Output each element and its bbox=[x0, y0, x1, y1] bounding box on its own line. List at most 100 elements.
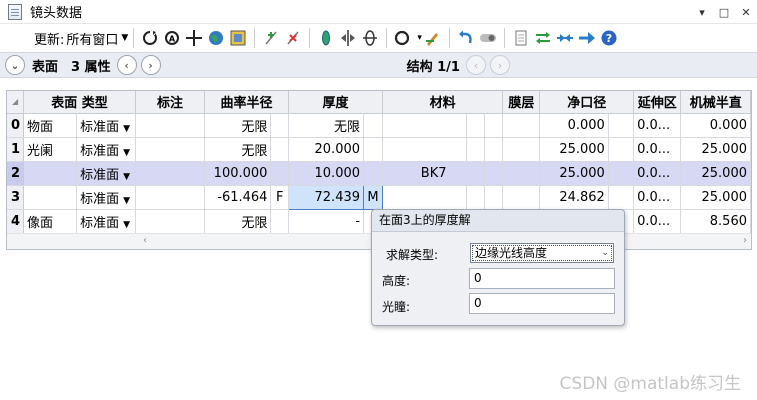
table-row[interactable]: 0 物面 标准面 ▼ 无限 无限 0.000 0.0... 0.000 bbox=[7, 113, 751, 138]
material-cell[interactable] bbox=[382, 185, 468, 210]
clear-solve-cell[interactable] bbox=[608, 113, 635, 138]
image-analysis-icon[interactable] bbox=[229, 29, 247, 47]
surface-name-cell[interactable] bbox=[23, 185, 78, 210]
clear-solve-cell[interactable] bbox=[608, 137, 635, 162]
material-extra-cell[interactable] bbox=[484, 161, 504, 186]
dropdown-caret-icon[interactable]: ▼ bbox=[123, 172, 130, 182]
thickness-cell[interactable]: - bbox=[288, 209, 365, 234]
dropdown-caret-icon[interactable]: ▼ bbox=[123, 124, 130, 134]
column-header-clear-semi-dia[interactable]: 净口径 bbox=[539, 91, 635, 114]
collapse-arrows-icon[interactable] bbox=[556, 29, 574, 47]
swap-arrows-icon[interactable] bbox=[534, 29, 552, 47]
column-header-comment[interactable]: 标注 bbox=[135, 91, 205, 114]
radius-cell[interactable]: 无限 bbox=[204, 113, 272, 138]
material-cell[interactable] bbox=[382, 137, 468, 162]
mech-semi-dia-cell[interactable]: 25.000 bbox=[680, 185, 751, 210]
notes-page-icon[interactable] bbox=[512, 29, 530, 47]
update-dropdown-caret-icon[interactable]: ▼ bbox=[121, 33, 128, 43]
thickness-solve-cell[interactable]: M bbox=[363, 184, 383, 210]
window-menu-button[interactable]: ▾ bbox=[691, 6, 713, 19]
pupil-input[interactable]: 0 bbox=[469, 293, 615, 314]
thickness-cell-editing[interactable]: 72.439 bbox=[288, 184, 365, 210]
edit-brush-icon[interactable] bbox=[424, 29, 442, 47]
material-cell[interactable]: BK7 bbox=[382, 161, 486, 186]
surface-name-cell[interactable] bbox=[23, 161, 78, 186]
surface-type-cell[interactable]: 标准面 ▼ bbox=[76, 209, 136, 234]
column-header-thickness[interactable]: 厚度 bbox=[288, 91, 383, 114]
prev-structure-button[interactable]: ‹ bbox=[465, 55, 486, 75]
clear-semi-dia-cell[interactable]: 0.000 bbox=[539, 113, 609, 138]
close-button[interactable]: ✕ bbox=[735, 6, 757, 19]
thickness-solve-cell[interactable] bbox=[363, 137, 383, 162]
column-header-coating[interactable]: 膜层 bbox=[502, 91, 541, 114]
collapse-chevron-icon[interactable]: ⌄ bbox=[5, 55, 25, 75]
help-icon[interactable]: ? bbox=[600, 29, 618, 47]
table-row[interactable]: 1 光阑 标准面 ▼ 无限 20.000 25.000 0.0... 25.000 bbox=[7, 137, 751, 162]
thickness-solve-cell[interactable] bbox=[363, 113, 383, 138]
thickness-cell[interactable]: 无限 bbox=[288, 113, 365, 138]
mech-semi-dia-cell[interactable]: 25.000 bbox=[680, 161, 751, 186]
mech-semi-dia-cell[interactable]: 0.000 bbox=[680, 113, 751, 138]
globe-icon[interactable] bbox=[207, 29, 225, 47]
row-index[interactable]: 1 bbox=[7, 137, 25, 162]
row-index[interactable]: 2 bbox=[7, 161, 25, 186]
circle-options-caret-icon[interactable]: ▾ bbox=[417, 33, 422, 43]
lens-tool-icon[interactable] bbox=[317, 29, 335, 47]
next-structure-button[interactable]: › bbox=[489, 55, 510, 75]
chip-zone-cell[interactable]: 0.0... bbox=[633, 137, 682, 162]
radius-cell[interactable]: 100.000 bbox=[204, 161, 272, 186]
row-index[interactable]: 3 bbox=[7, 185, 25, 210]
mech-semi-dia-cell[interactable]: 8.560 bbox=[680, 209, 751, 234]
chip-zone-cell[interactable]: 0.0... bbox=[633, 185, 682, 210]
surface-type-cell[interactable]: 标准面 ▼ bbox=[76, 137, 136, 162]
lens-flip-icon[interactable] bbox=[361, 29, 379, 47]
column-header-radius[interactable]: 曲率半径 bbox=[204, 91, 290, 114]
coating-cell[interactable] bbox=[502, 113, 541, 138]
clear-solve-cell[interactable] bbox=[608, 185, 635, 210]
comment-cell[interactable] bbox=[135, 137, 205, 162]
radius-cell[interactable]: 无限 bbox=[204, 137, 272, 162]
forward-arrow-icon[interactable] bbox=[578, 29, 596, 47]
clear-semi-dia-cell[interactable]: 25.000 bbox=[539, 137, 609, 162]
radius-cell[interactable]: -61.464 bbox=[204, 185, 272, 210]
toggle-switch-icon[interactable] bbox=[479, 29, 497, 47]
radius-solve-cell[interactable] bbox=[270, 209, 290, 234]
table-row[interactable]: 3 标准面 ▼ -61.464 F 72.439 M 24.862 0.0... … bbox=[7, 184, 751, 210]
undo-arrow-icon[interactable] bbox=[457, 29, 475, 47]
row-index[interactable]: 0 bbox=[7, 113, 25, 138]
thickness-solve-cell[interactable] bbox=[363, 161, 383, 186]
radius-solve-cell[interactable] bbox=[270, 113, 290, 138]
radius-solve-cell[interactable] bbox=[270, 161, 290, 186]
thickness-cell[interactable]: 20.000 bbox=[288, 137, 365, 162]
maximize-button[interactable]: □ bbox=[713, 6, 735, 19]
row-index[interactable]: 4 bbox=[7, 209, 25, 234]
radius-solve-cell[interactable]: F bbox=[270, 185, 290, 210]
comment-cell[interactable] bbox=[135, 113, 205, 138]
chip-zone-cell[interactable]: 0.0... bbox=[633, 113, 682, 138]
mech-semi-dia-cell[interactable]: 25.000 bbox=[680, 137, 751, 162]
surface-name-cell[interactable]: 光阑 bbox=[23, 137, 78, 162]
material-solve-cell[interactable] bbox=[466, 185, 486, 210]
scroll-left-arrow-icon[interactable]: ‹ bbox=[143, 235, 147, 246]
insert-surface-icon[interactable] bbox=[262, 29, 280, 47]
surface-type-cell[interactable]: 标准面 ▼ bbox=[76, 113, 136, 138]
material-solve-cell[interactable] bbox=[466, 113, 486, 138]
material-cell[interactable] bbox=[382, 113, 468, 138]
reverse-elements-icon[interactable] bbox=[339, 29, 357, 47]
delete-surface-icon[interactable] bbox=[284, 29, 302, 47]
thickness-cell[interactable]: 10.000 bbox=[288, 161, 365, 186]
next-surface-button[interactable]: › bbox=[140, 55, 161, 75]
coating-cell[interactable] bbox=[502, 137, 541, 162]
column-header-mech-semi-dia[interactable]: 机械半直 bbox=[680, 91, 751, 114]
surface-type-cell[interactable]: 标准面 ▼ bbox=[76, 185, 136, 210]
radius-solve-cell[interactable] bbox=[270, 137, 290, 162]
table-row-selected[interactable]: 2 标准面 ▼ 100.000 10.000 BK7 25.000 0.0... … bbox=[7, 161, 751, 186]
corner-cell[interactable]: ◢ bbox=[7, 91, 25, 114]
dropdown-caret-icon[interactable]: ▼ bbox=[123, 220, 130, 230]
height-input[interactable]: 0 bbox=[469, 268, 615, 289]
scroll-right-arrow-icon[interactable]: › bbox=[743, 235, 747, 246]
coating-cell[interactable] bbox=[502, 185, 541, 210]
material-extra-cell[interactable] bbox=[484, 113, 504, 138]
clear-semi-dia-cell[interactable]: 25.000 bbox=[539, 161, 609, 186]
surface-properties-label[interactable]: 3 属性 bbox=[71, 56, 111, 75]
